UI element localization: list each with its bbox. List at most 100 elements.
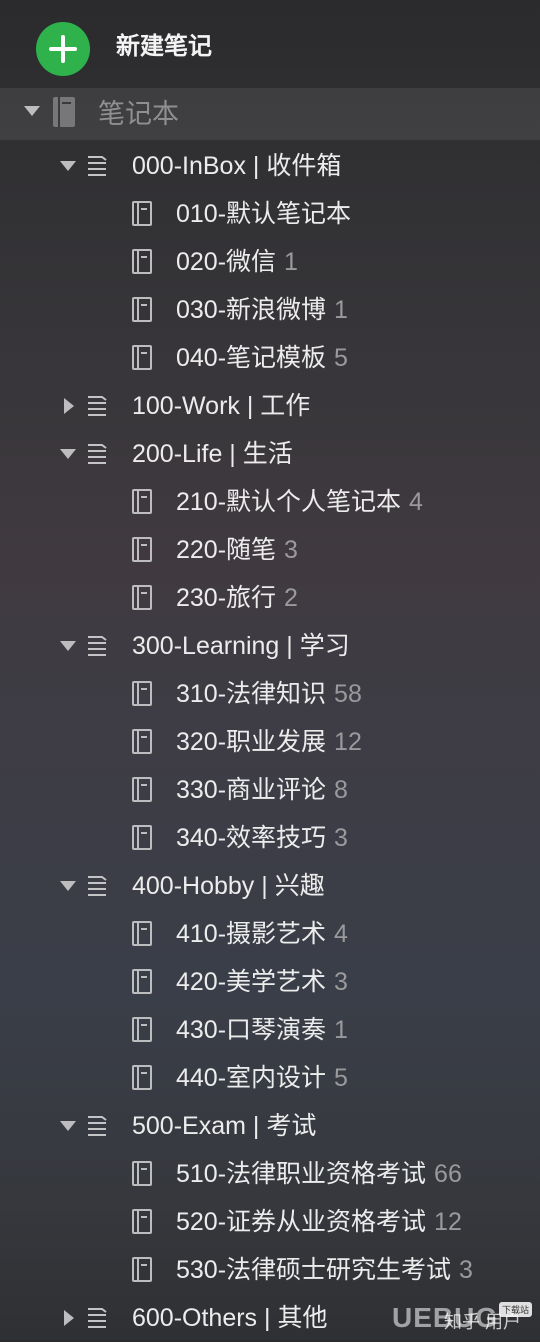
stack-label[interactable]: 500-Exam | 考试: [132, 1110, 316, 1142]
notebook-row[interactable]: 440-室内设计 5: [0, 1054, 540, 1102]
stack-label[interactable]: 100-Work | 工作: [132, 390, 310, 422]
note-count: 12: [334, 728, 362, 756]
notebook-label: 410-摄影艺术: [176, 920, 327, 948]
notebook-icon: [132, 969, 152, 994]
stack-icon: [86, 635, 110, 657]
notebook-row[interactable]: 030-新浪微博 1: [0, 286, 540, 334]
note-count: 3: [334, 968, 348, 996]
note-count: 1: [284, 248, 298, 276]
stack-label[interactable]: 200-Life | 生活: [132, 438, 293, 470]
notebook-text[interactable]: 210-默认个人笔记本 4: [176, 486, 423, 518]
notebook-text[interactable]: 520-证券从业资格考试 12: [176, 1206, 462, 1238]
notebook-label: 340-效率技巧: [176, 824, 327, 852]
notebooks-section-header[interactable]: 笔记本: [0, 88, 540, 140]
stack-icon: [86, 155, 110, 177]
notebook-row[interactable]: 510-法律职业资格考试 66: [0, 1150, 540, 1198]
notebook-row[interactable]: 230-旅行 2: [0, 574, 540, 622]
notebook-icon: [132, 1065, 152, 1090]
watermark: UEBUG 知乎 用户 下载站: [392, 1300, 540, 1340]
notebook-text[interactable]: 220-随笔 3: [176, 534, 298, 566]
notebook-text[interactable]: 310-法律知识 58: [176, 678, 362, 710]
notebook-text[interactable]: 340-效率技巧 3: [176, 822, 348, 854]
stack-row[interactable]: 400-Hobby | 兴趣: [0, 862, 540, 910]
notebook-icon: [132, 297, 152, 322]
expand-down-icon[interactable]: [60, 881, 76, 891]
notebook-label: 310-法律知识: [176, 680, 327, 708]
notebook-row[interactable]: 520-证券从业资格考试 12: [0, 1198, 540, 1246]
notebook-icon: [132, 825, 152, 850]
notebook-row[interactable]: 210-默认个人笔记本 4: [0, 478, 540, 526]
notebook-text[interactable]: 330-商业评论 8: [176, 774, 348, 806]
notebook-text[interactable]: 030-新浪微博 1: [176, 294, 348, 326]
stack-row[interactable]: 200-Life | 生活: [0, 430, 540, 478]
new-note-label[interactable]: 新建笔记: [116, 30, 212, 64]
stack-row[interactable]: 300-Learning | 学习: [0, 622, 540, 670]
notebook-text[interactable]: 440-室内设计 5: [176, 1062, 348, 1094]
stack-label[interactable]: 000-InBox | 收件箱: [132, 150, 341, 182]
notebook-icon: [132, 921, 152, 946]
plus-icon[interactable]: [36, 22, 90, 76]
notebook-row[interactable]: 010-默认笔记本: [0, 190, 540, 238]
stack-label[interactable]: 400-Hobby | 兴趣: [132, 870, 325, 902]
notebook-text[interactable]: 410-摄影艺术 4: [176, 918, 348, 950]
notebook-row[interactable]: 020-微信 1: [0, 238, 540, 286]
notebook-row[interactable]: 040-笔记模板 5: [0, 334, 540, 382]
stack-icon: [86, 395, 110, 417]
notebook-row[interactable]: 320-职业发展 12: [0, 718, 540, 766]
notebook-text[interactable]: 530-法律硕士研究生考试 3: [176, 1254, 473, 1286]
notebook-text[interactable]: 020-微信 1: [176, 246, 298, 278]
notebook-text[interactable]: 320-职业发展 12: [176, 726, 362, 758]
notebook-row[interactable]: 530-法律硕士研究生考试 3: [0, 1246, 540, 1294]
notebook-text[interactable]: 420-美学艺术 3: [176, 966, 348, 998]
stack-label[interactable]: 300-Learning | 学习: [132, 630, 350, 662]
note-count: 1: [334, 296, 348, 324]
notebook-icon: [132, 585, 152, 610]
stack-icon: [86, 875, 110, 897]
note-count: 3: [459, 1256, 473, 1284]
notebook-text[interactable]: 230-旅行 2: [176, 582, 298, 614]
notebook-row[interactable]: 420-美学艺术 3: [0, 958, 540, 1006]
note-count: 12: [434, 1208, 462, 1236]
notebook-icon: [132, 345, 152, 370]
stack-row[interactable]: 100-Work | 工作: [0, 382, 540, 430]
new-note-bar[interactable]: 新建笔记: [0, 0, 540, 92]
note-count: 5: [334, 1064, 348, 1092]
expand-right-icon[interactable]: [64, 398, 74, 414]
notebook-row[interactable]: 430-口琴演奏 1: [0, 1006, 540, 1054]
note-count: 4: [334, 920, 348, 948]
expand-down-icon[interactable]: [60, 641, 76, 651]
expand-down-icon[interactable]: [60, 1121, 76, 1131]
notebook-icon: [132, 1257, 152, 1282]
expand-down-icon[interactable]: [60, 161, 76, 171]
stack-label[interactable]: 600-Others | 其他: [132, 1302, 327, 1334]
notebook-icon: [132, 537, 152, 562]
stack-icon: [86, 1115, 110, 1137]
notebook-label: 520-证券从业资格考试: [176, 1208, 427, 1236]
notebook-icon: [132, 729, 152, 754]
stack-row[interactable]: 500-Exam | 考试: [0, 1102, 540, 1150]
notebook-row[interactable]: 410-摄影艺术 4: [0, 910, 540, 958]
note-count: 3: [284, 536, 298, 564]
notebook-text[interactable]: 510-法律职业资格考试 66: [176, 1158, 462, 1190]
notebook-icon: [132, 777, 152, 802]
notebook-label: 420-美学艺术: [176, 968, 327, 996]
notebook-row[interactable]: 310-法律知识 58: [0, 670, 540, 718]
stack-row[interactable]: 000-InBox | 收件箱: [0, 142, 540, 190]
collapse-triangle-icon[interactable]: [24, 106, 40, 116]
note-count: 8: [334, 776, 348, 804]
expand-right-icon[interactable]: [64, 1310, 74, 1326]
notebook-row[interactable]: 330-商业评论 8: [0, 766, 540, 814]
note-count: 1: [334, 1016, 348, 1044]
notebook-icon: [132, 1209, 152, 1234]
notebook-label: 040-笔记模板: [176, 344, 327, 372]
notebook-label: 030-新浪微博: [176, 296, 327, 324]
notebook-label: 020-微信: [176, 248, 277, 276]
notebook-text[interactable]: 010-默认笔记本: [176, 198, 351, 230]
stack-icon: [86, 1307, 110, 1329]
notebook-row[interactable]: 220-随笔 3: [0, 526, 540, 574]
notebook-text[interactable]: 040-笔记模板 5: [176, 342, 348, 374]
notebook-row[interactable]: 340-效率技巧 3: [0, 814, 540, 862]
notebook-text[interactable]: 430-口琴演奏 1: [176, 1014, 348, 1046]
expand-down-icon[interactable]: [60, 449, 76, 459]
notebook-label: 220-随笔: [176, 536, 277, 564]
